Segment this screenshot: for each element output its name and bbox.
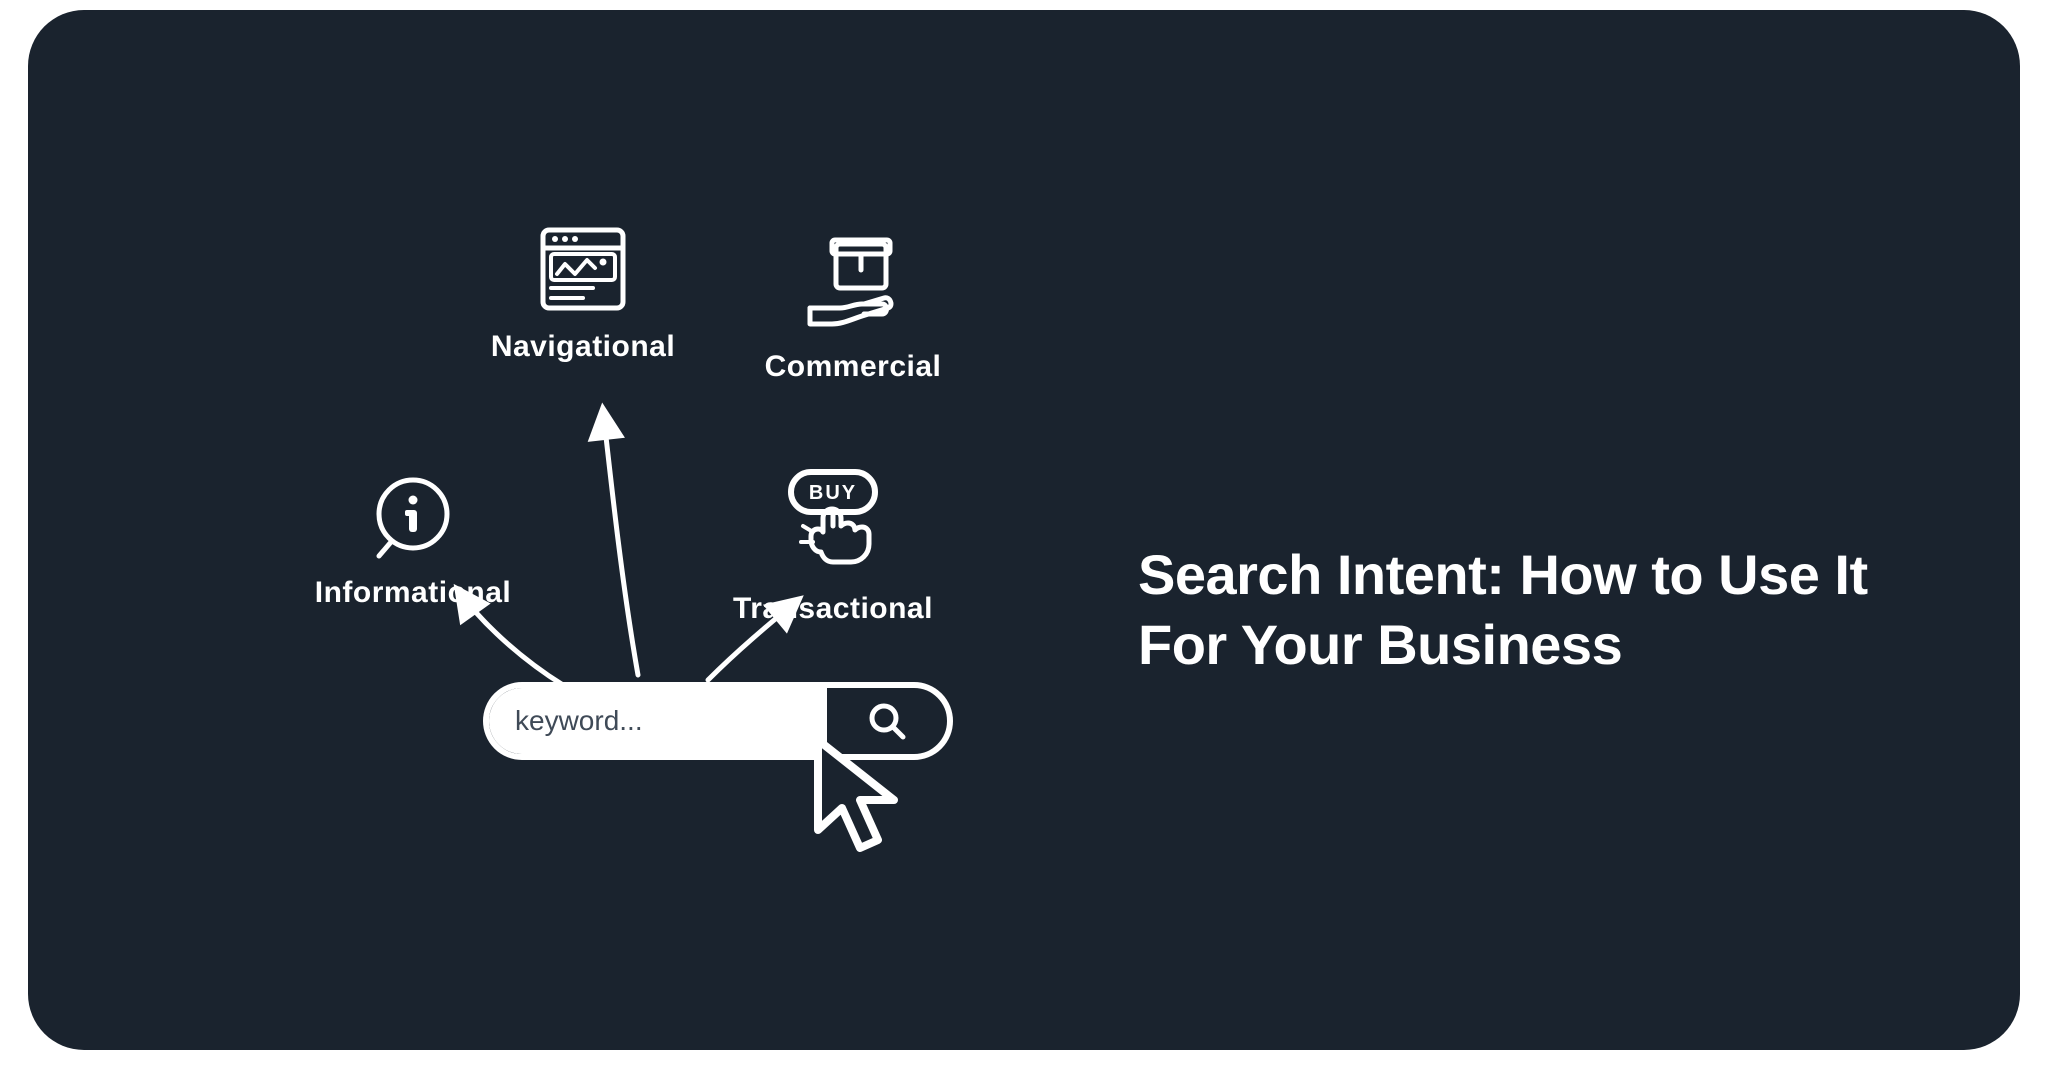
intent-navigational-label: Navigational (491, 330, 675, 364)
intent-commercial-label: Commercial (765, 350, 942, 384)
page-title: Search Intent: How to Use It For Your Bu… (1138, 540, 1898, 680)
buy-text: BUY (809, 482, 857, 504)
intent-commercial: Commercial (723, 230, 983, 384)
hero-card: Search Intent: How to Use It For Your Bu… (28, 10, 2020, 1050)
package-hand-icon (798, 230, 908, 340)
cursor-icon (798, 730, 918, 875)
info-icon (365, 470, 461, 566)
intent-transactional: BUY Transactional (703, 462, 963, 626)
buy-button-icon: BUY (773, 462, 893, 582)
search-input[interactable]: keyword... (489, 688, 827, 754)
intent-diagram: Informational Navigational (293, 230, 1013, 880)
arrow-to-navigational (603, 410, 638, 675)
intent-informational-label: Informational (315, 576, 512, 610)
intent-navigational: Navigational (453, 220, 713, 364)
intent-informational: Informational (283, 470, 543, 610)
intent-transactional-label: Transactional (733, 592, 933, 626)
browser-window-icon (533, 220, 633, 320)
